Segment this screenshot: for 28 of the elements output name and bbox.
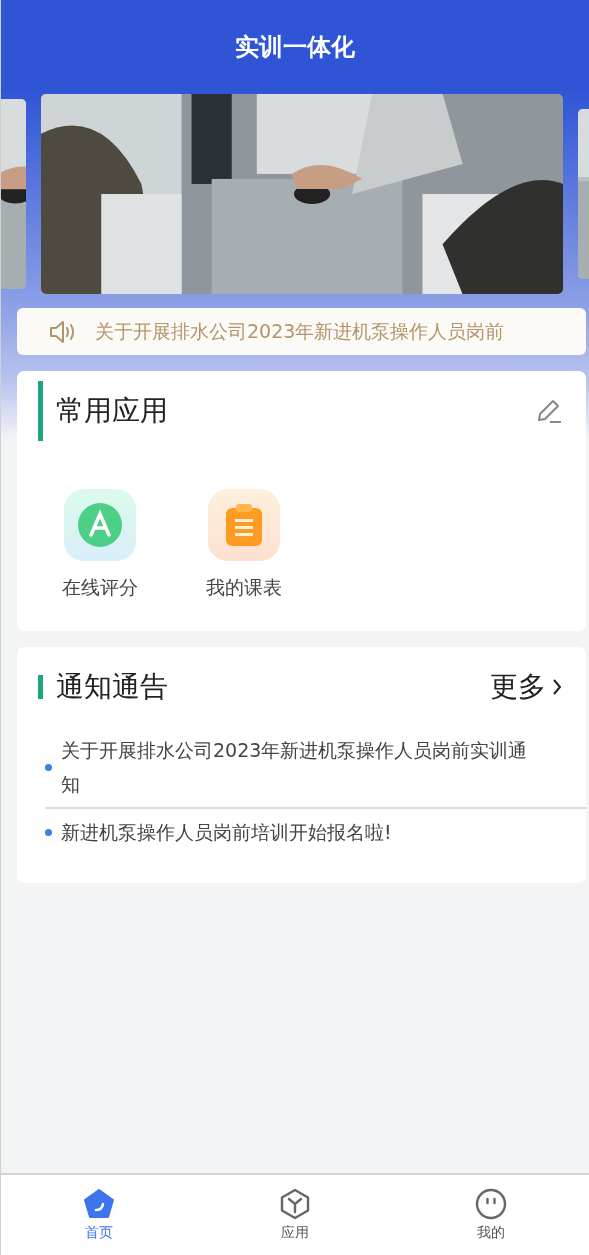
- tab[interactable]: 应用: [197, 1175, 393, 1255]
- section-title: 通知通告: [56, 669, 168, 705]
- app-label[interactable]: 我的课表: [206, 575, 282, 601]
- tab[interactable]: 首页: [1, 1175, 197, 1255]
- notice-title: 关于开展排水公司2023年新进机泵操作人员岗前实训通知: [61, 738, 529, 797]
- page-title: 实训一体化: [235, 32, 355, 63]
- app-tile[interactable]: [208, 489, 280, 561]
- pencil-icon[interactable]: [536, 398, 562, 424]
- cube-icon: [279, 1188, 311, 1220]
- bullet-dot: [45, 828, 52, 836]
- letter-a-icon: [77, 502, 123, 548]
- speaker-icon: [49, 319, 77, 344]
- accent-bar: [38, 675, 43, 699]
- notice-item[interactable]: 新进机泵操作人员岗前培训开始报名啦!: [45, 809, 586, 855]
- chevron-right-icon: [552, 678, 562, 696]
- bullet-dot: [45, 763, 52, 771]
- app-tile[interactable]: [64, 489, 136, 561]
- app-label[interactable]: 在线评分: [62, 575, 138, 601]
- tab[interactable]: 我的: [393, 1175, 589, 1255]
- accent-bar: [38, 381, 43, 441]
- face-icon: [475, 1188, 507, 1220]
- notice-text: 关于开展排水公司2023年新进机泵操作人员岗前: [95, 318, 505, 344]
- clipboard-icon: [226, 504, 262, 546]
- section-title: 常用应用: [56, 393, 168, 429]
- home-icon: [83, 1188, 115, 1220]
- notice-title: 新进机泵操作人员岗前培训开始报名啦!: [61, 820, 393, 845]
- more-link[interactable]: 更多: [490, 668, 562, 706]
- notice-item[interactable]: 关于开展排水公司2023年新进机泵操作人员岗前实训通知: [45, 727, 586, 809]
